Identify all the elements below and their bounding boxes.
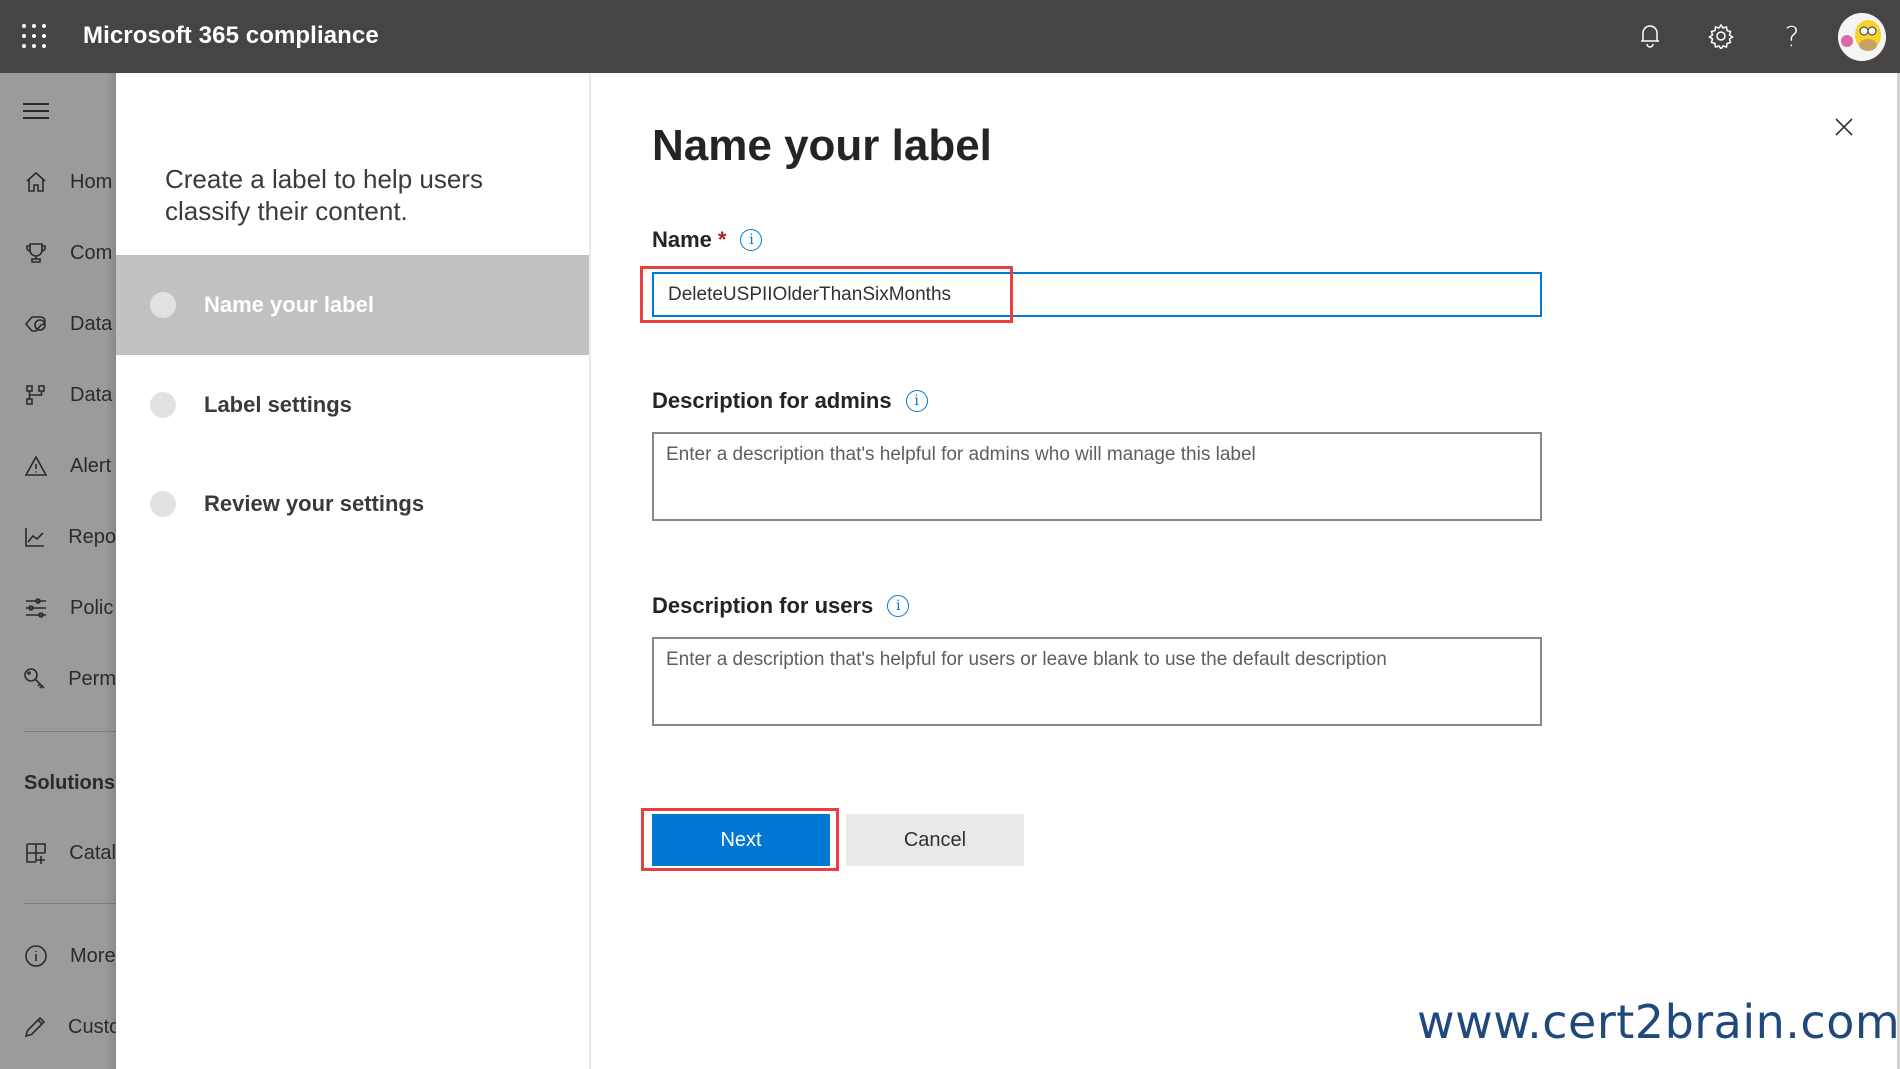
step-name-your-label[interactable]: Name your label [116, 255, 589, 355]
nav-item-compliance-manager[interactable]: Com [0, 233, 116, 273]
required-asterisk: * [717, 227, 727, 252]
close-icon[interactable] [1830, 113, 1858, 141]
chart-line-icon [23, 524, 47, 550]
step-label: Label settings [204, 392, 352, 417]
bell-icon[interactable] [1634, 20, 1666, 52]
avatar[interactable] [1838, 13, 1886, 61]
nav-label: More [70, 944, 116, 967]
nav-item-policies[interactable]: Polic [0, 588, 116, 628]
info-icon [23, 943, 49, 969]
nav-label: Data [70, 383, 113, 406]
nav-divider [24, 903, 116, 904]
admin-description-label-text: Description for admins [652, 388, 892, 413]
name-input[interactable] [652, 272, 1542, 317]
step-indicator [150, 491, 176, 517]
nav-item-more-resources[interactable]: More [0, 936, 116, 976]
warning-icon [23, 453, 49, 479]
info-icon[interactable]: i [887, 595, 910, 617]
nav-label: Perm [68, 667, 116, 690]
help-glyph: ? [1784, 19, 1800, 53]
left-nav: Hom Com Data Data Alert Repo Polic Perm … [0, 73, 116, 1069]
help-icon[interactable]: ? [1776, 19, 1808, 53]
nav-item-catalog[interactable]: Catal [0, 833, 116, 873]
nav-item-reports[interactable]: Repo [0, 517, 116, 557]
key-icon [23, 666, 47, 692]
step-label: Review your settings [204, 491, 425, 516]
step-indicator [150, 292, 176, 318]
nav-label: Repo [68, 525, 116, 548]
app-launcher-icon[interactable] [22, 24, 48, 50]
name-label-text: Name [652, 227, 712, 252]
nav-item-home[interactable]: Hom [0, 162, 116, 202]
admin-description-textarea[interactable] [652, 432, 1542, 521]
next-button[interactable]: Next [652, 814, 830, 866]
tag-icon [23, 311, 49, 337]
step-indicator [150, 392, 176, 418]
hamburger-menu-icon[interactable] [23, 103, 49, 123]
nav-item-data-classification[interactable]: Data [0, 304, 116, 344]
nav-section-solutions: Solutions [24, 772, 116, 794]
user-description-label: Description for users i [652, 593, 910, 619]
name-field-label: Name * i [652, 227, 763, 253]
info-icon[interactable]: i [740, 229, 763, 251]
nav-label: Hom [70, 170, 113, 193]
nav-label: Catal [69, 841, 116, 864]
nav-item-data-connectors[interactable]: Data [0, 375, 116, 415]
wizard-panel: Create a label to help users classify th… [116, 73, 1900, 1069]
wizard-steps: Create a label to help users classify th… [116, 73, 591, 1069]
page-title: Name your label [652, 121, 992, 170]
app-title[interactable]: Microsoft 365 compliance [83, 22, 379, 50]
catalog-add-icon [23, 840, 48, 866]
nav-label: Custo [68, 1015, 116, 1038]
gear-icon[interactable] [1705, 20, 1737, 52]
nav-label: Polic [70, 596, 114, 619]
nav-item-customize[interactable]: Custo [0, 1007, 116, 1047]
user-description-label-text: Description for users [652, 593, 874, 618]
wizard-intro: Create a label to help users classify th… [165, 164, 483, 226]
info-icon[interactable]: i [905, 390, 928, 412]
step-label-settings[interactable]: Label settings [116, 355, 589, 455]
nav-label: Com [70, 241, 113, 264]
hierarchy-icon [23, 382, 49, 408]
nav-divider [24, 731, 116, 732]
watermark: www.cert2brain.com [1417, 995, 1900, 1049]
nav-label: Alert [70, 454, 112, 477]
step-review-settings[interactable]: Review your settings [116, 454, 589, 554]
sliders-icon [23, 595, 49, 621]
nav-label: Data [70, 312, 113, 335]
nav-item-alerts[interactable]: Alert [0, 446, 116, 486]
user-description-textarea[interactable] [652, 637, 1542, 726]
admin-description-label: Description for admins i [652, 388, 928, 414]
cancel-button[interactable]: Cancel [846, 814, 1024, 866]
nav-item-permissions[interactable]: Perm [0, 659, 116, 699]
step-label: Name your label [204, 292, 374, 317]
home-icon [23, 169, 49, 195]
trophy-icon [23, 240, 49, 266]
top-bar: Microsoft 365 compliance ? [0, 0, 1900, 73]
pencil-icon [23, 1014, 47, 1040]
